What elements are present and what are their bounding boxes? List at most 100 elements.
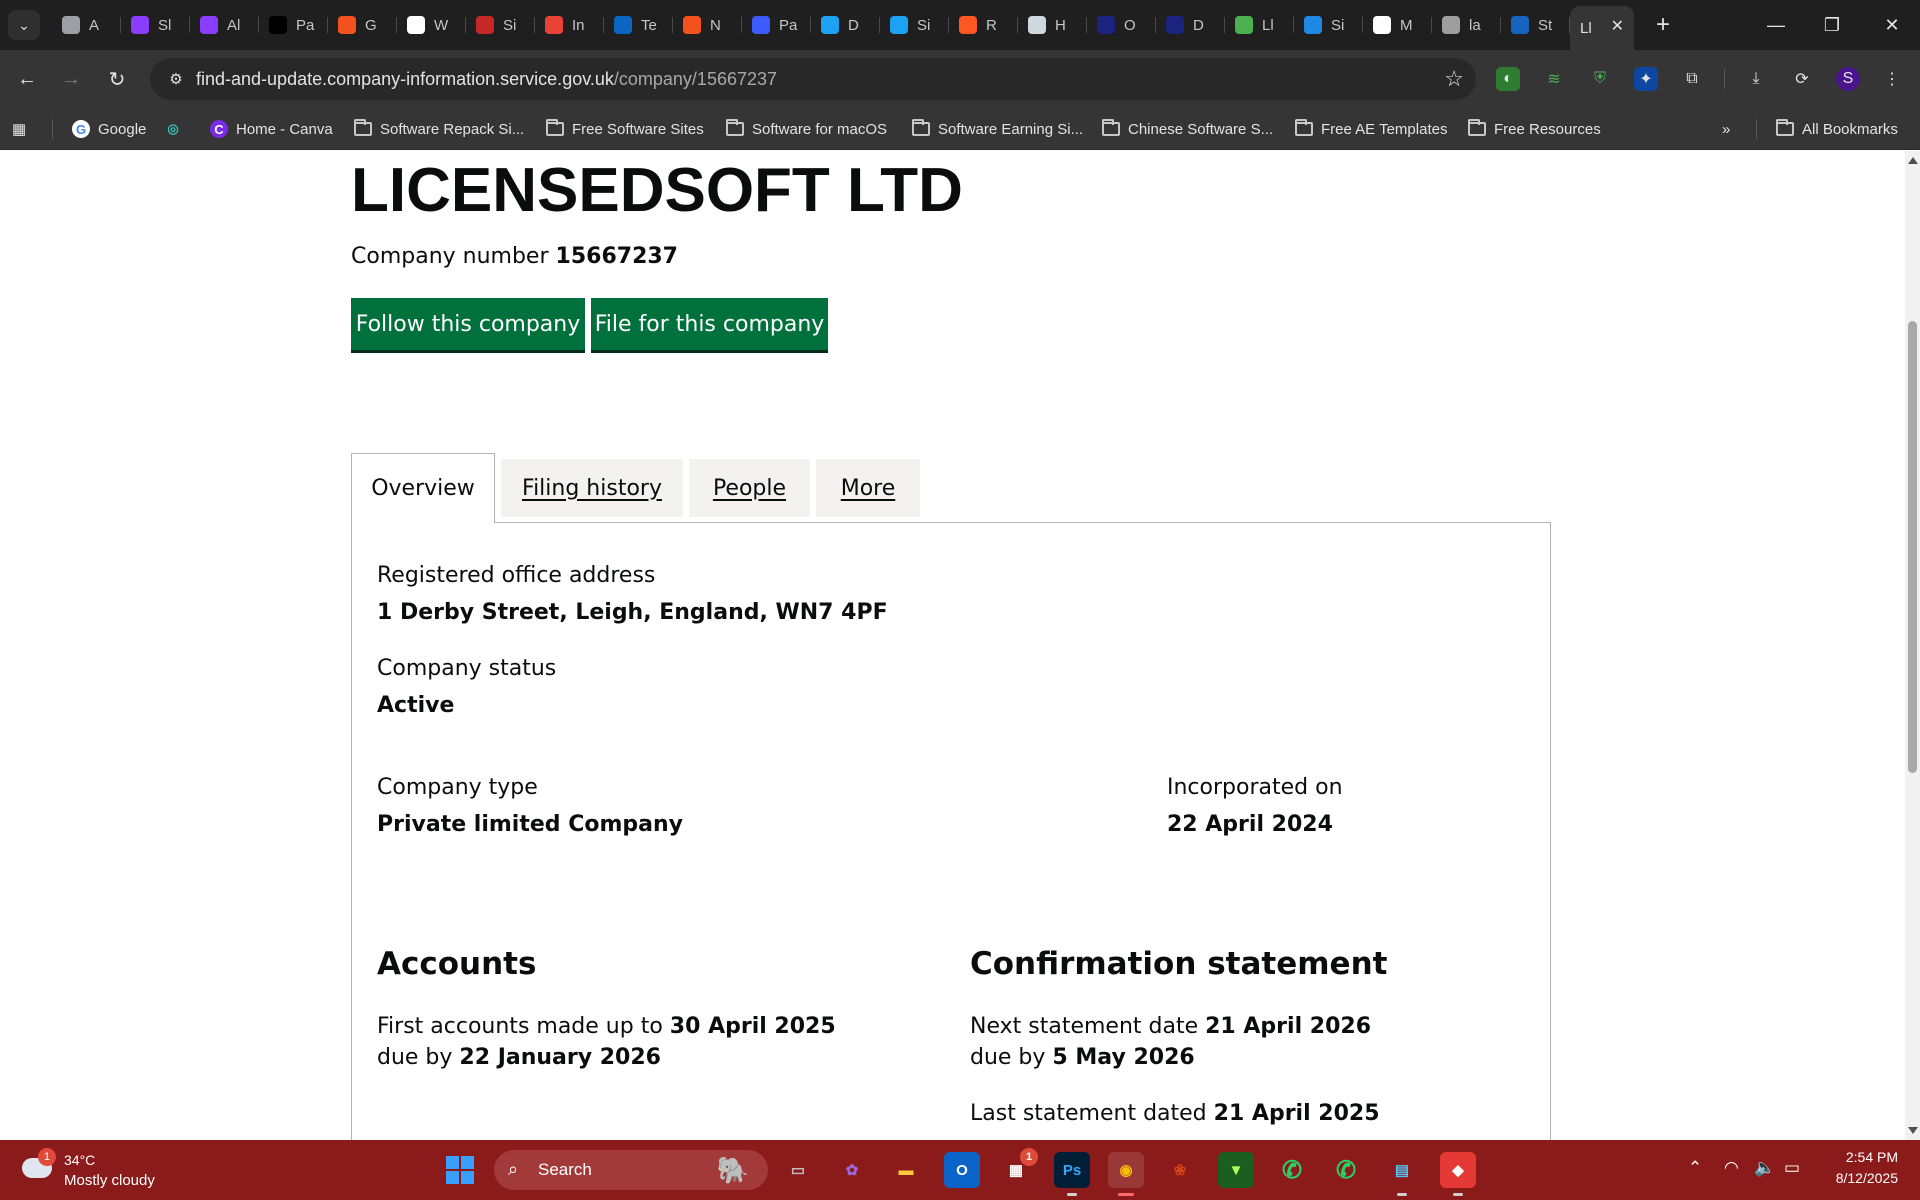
browser-tab[interactable]: Sl	[121, 6, 190, 44]
r-logo-icon	[959, 16, 977, 34]
browser-tab[interactable]: Ll ✕	[1570, 6, 1634, 50]
browser-tab[interactable]: Al	[190, 6, 259, 44]
bird-icon	[890, 16, 908, 34]
bookmarks-overflow-button[interactable]: »	[1722, 118, 1730, 140]
browser-tab[interactable]: Si	[1294, 6, 1363, 44]
follow-company-button[interactable]: Follow this company	[351, 298, 585, 350]
all-bookmarks[interactable]: All Bookmarks	[1776, 118, 1898, 140]
restore-button[interactable]: ❐	[1804, 0, 1860, 50]
address-url[interactable]: find-and-update.company-information.serv…	[196, 69, 777, 90]
photoshop-icon[interactable]: Ps	[1054, 1152, 1090, 1196]
volume-icon[interactable]: 🔈	[1754, 1158, 1775, 1178]
task-view-icon[interactable]: ▭	[780, 1152, 816, 1188]
performance-icon[interactable]: ⟳	[1790, 67, 1814, 91]
astronaut-icon	[1028, 16, 1046, 34]
back-button[interactable]: ←	[12, 64, 42, 94]
browser-tab[interactable]: O	[1087, 6, 1156, 44]
bookmark-item[interactable]: C Home - Canva	[210, 118, 333, 140]
scroll-down-arrow-icon[interactable]	[1908, 1127, 1918, 1134]
scrollbar-thumb[interactable]	[1908, 321, 1917, 773]
clock-date[interactable]: 8/12/2025	[1836, 1170, 1898, 1186]
toolbar-divider	[1724, 69, 1725, 89]
bookmark-item[interactable]: Free Software Sites	[546, 118, 704, 140]
close-window-button[interactable]: ✕	[1864, 0, 1920, 50]
minimize-button[interactable]: —	[1748, 0, 1804, 50]
wifi-icon[interactable]: ◠	[1724, 1158, 1739, 1178]
browser-tab[interactable]: D	[1156, 6, 1225, 44]
close-tab-icon[interactable]: ✕	[1611, 16, 1624, 36]
bookmark-item[interactable]: Free Resources	[1468, 118, 1601, 140]
extension-icon-2[interactable]: ≋	[1542, 67, 1566, 91]
scroll-up-arrow-icon[interactable]	[1908, 157, 1918, 164]
tab-list: A Sl Al Pa G W Si In Te N Pa D Si R H O D Ll Si Mla St Ll ✕	[52, 6, 1634, 50]
bookmark-item[interactable]: Software Earning Si...	[912, 118, 1083, 140]
browser-tab[interactable]: W	[397, 6, 466, 44]
browser-tab-label: Si	[917, 16, 931, 34]
apps-grid-icon[interactable]: ▦	[12, 118, 26, 140]
browser-tab[interactable]: Pa	[742, 6, 811, 44]
profile-avatar[interactable]: S	[1836, 67, 1860, 91]
reload-button[interactable]: ↻	[102, 64, 132, 94]
taskbar-search[interactable]: ⌕ Search 🐘	[494, 1150, 768, 1190]
whatsapp-icon[interactable]: ✆	[1274, 1152, 1310, 1188]
menu-kebab-icon[interactable]: ⋮	[1880, 67, 1904, 91]
browser-tab[interactable]: A	[52, 6, 121, 44]
app-bundle-icon[interactable]: ❀	[1162, 1152, 1198, 1188]
forward-button[interactable]: →	[56, 64, 86, 94]
bookmark-item[interactable]: Software Repack Si...	[354, 118, 524, 140]
browser-tab[interactable]: la	[1432, 6, 1501, 44]
whatsapp-business-icon[interactable]: ✆	[1328, 1152, 1364, 1188]
bookmark-label: Free Resources	[1494, 120, 1601, 138]
company-status-value: Active	[377, 693, 455, 718]
browser-tab[interactable]: D	[811, 6, 880, 44]
anydesk-icon[interactable]: ◆	[1440, 1152, 1476, 1196]
browser-tab[interactable]: Ll	[1225, 6, 1294, 44]
accounts-due-label: due by	[377, 1045, 453, 1070]
browser-tab[interactable]: Si	[880, 6, 949, 44]
chrome-icon[interactable]: ◉	[1108, 1152, 1144, 1196]
tab-filing-history[interactable]: Filing history	[501, 459, 683, 517]
start-button[interactable]	[446, 1156, 474, 1184]
outlook-icon[interactable]: O	[944, 1152, 980, 1188]
bookmark-item[interactable]: G Google	[72, 118, 146, 140]
bookmark-star-icon[interactable]: ☆	[1444, 66, 1464, 92]
browser-tab[interactable]: In	[535, 6, 604, 44]
download-icon[interactable]: ⤓	[1744, 67, 1768, 91]
extension-icon-1[interactable]: ◐	[1496, 67, 1520, 91]
microsoft-store-icon[interactable]: ▦ 1	[998, 1148, 1038, 1188]
address-bar[interactable]: ⚙ find-and-update.company-information.se…	[150, 58, 1476, 100]
tray-overflow-icon[interactable]: ⌃	[1688, 1158, 1702, 1178]
browser-tab[interactable]: Si	[466, 6, 535, 44]
code-editor-icon[interactable]: ▼	[1218, 1152, 1254, 1188]
browser-tab[interactable]: H	[1018, 6, 1087, 44]
browser-tab[interactable]: Pa	[259, 6, 328, 44]
bookmark-item[interactable]: Free AE Templates	[1295, 118, 1447, 140]
battery-icon[interactable]: ▭	[1784, 1158, 1800, 1178]
tab-people[interactable]: People	[689, 459, 810, 517]
bookmark-item[interactable]: Software for macOS	[726, 118, 887, 140]
puzzle-icon[interactable]: ⧉	[1680, 67, 1704, 91]
bookmark-item[interactable]: ◎	[164, 118, 182, 140]
tab-overview[interactable]: Overview	[351, 453, 495, 523]
file-for-company-button[interactable]: File for this company	[591, 298, 828, 350]
clock-time[interactable]: 2:54 PM	[1846, 1149, 1898, 1165]
browser-tab[interactable]: R	[949, 6, 1018, 44]
browser-tab[interactable]: M	[1363, 6, 1432, 44]
page-scrollbar[interactable]	[1905, 151, 1920, 1140]
file-explorer-icon[interactable]: ▬	[888, 1152, 924, 1188]
site-settings-icon[interactable]: ⚙	[164, 67, 188, 91]
weather-widget[interactable]: 1 34°C Mostly cloudy	[20, 1148, 170, 1192]
browser-tab[interactable]: N	[673, 6, 742, 44]
shield-icon[interactable]: ⛨	[1588, 67, 1612, 91]
tab-more[interactable]: More	[816, 459, 920, 517]
browser-tab[interactable]: G	[328, 6, 397, 44]
tab-search-button[interactable]: ⌄	[8, 10, 40, 40]
notepad-icon[interactable]: ▤	[1384, 1152, 1420, 1196]
browser-tab-label: D	[1193, 16, 1204, 34]
browser-tab[interactable]: Te	[604, 6, 673, 44]
bookmark-item[interactable]: Chinese Software S...	[1102, 118, 1273, 140]
extension-icon-4[interactable]: ✦	[1634, 67, 1658, 91]
new-tab-button[interactable]: +	[1648, 10, 1678, 40]
copilot-icon[interactable]: ✿	[834, 1152, 870, 1188]
browser-tab[interactable]: St	[1501, 6, 1570, 44]
